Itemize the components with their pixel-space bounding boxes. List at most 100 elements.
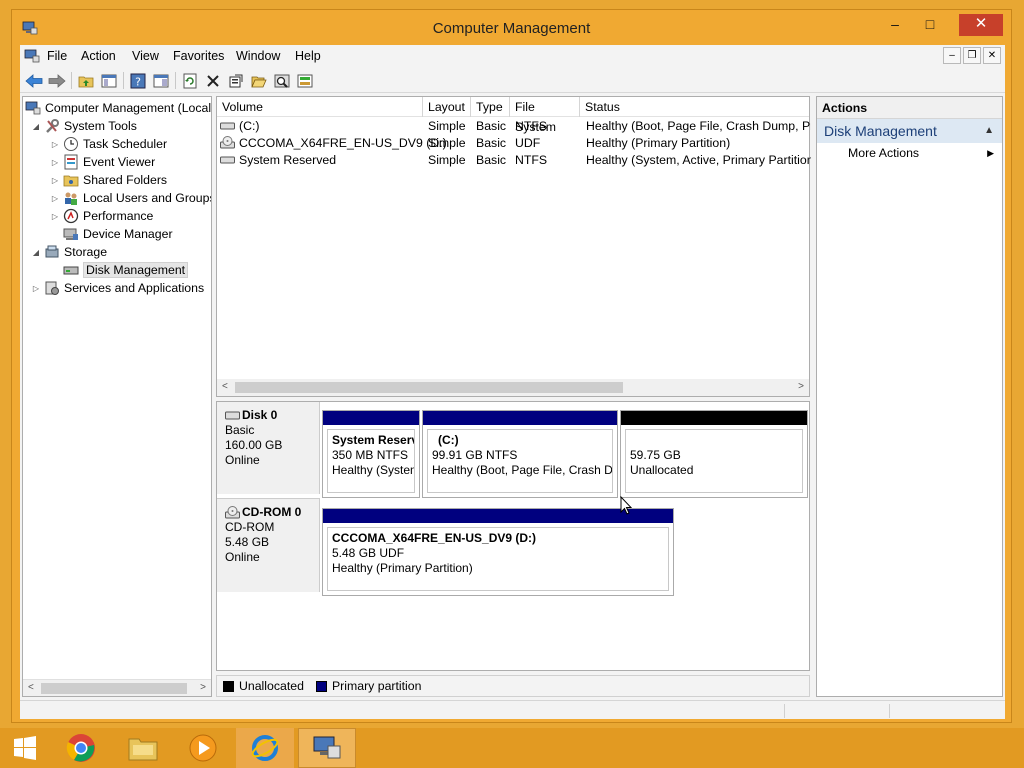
back-arrow-icon: [25, 73, 43, 88]
file-explorer-taskbar-button[interactable]: [114, 728, 172, 768]
disk-kind: Basic: [225, 423, 255, 437]
more-actions-item[interactable]: More Actions ▶: [817, 143, 1002, 163]
cdrom-0-label[interactable]: CD-ROM 0 CD-ROM 5.48 GB Online: [217, 498, 320, 592]
up-one-level-button[interactable]: [76, 71, 96, 90]
volume-list-header: Volume Layout Type File System Status: [217, 97, 811, 134]
volume-name: CCCOMA_X64FRE_EN-US_DV9 (D:): [239, 136, 447, 150]
menu-window[interactable]: Window: [236, 49, 280, 63]
partition-c-drive[interactable]: (C:) 99.91 GB NTFS Healthy (Boot, Page F…: [422, 410, 618, 498]
media-player-taskbar-button[interactable]: [174, 728, 232, 768]
submenu-arrow-icon: ▶: [987, 148, 994, 158]
expand-triangle-icon[interactable]: ▷: [50, 194, 60, 203]
volume-row[interactable]: (C:) Simple Basic NTFS Healthy (Boot, Pa…: [217, 118, 811, 135]
partition-status: Unallocated: [630, 463, 694, 477]
search-button[interactable]: [272, 71, 292, 90]
event-log-icon: [64, 154, 78, 170]
scroll-left-arrow-icon[interactable]: <: [222, 381, 228, 392]
tree-item-disk-management[interactable]: Disk Management: [63, 261, 189, 279]
mdi-close-button[interactable]: ✕: [983, 47, 1001, 64]
chrome-taskbar-button[interactable]: [52, 728, 110, 768]
mmc-document-icon[interactable]: [24, 48, 40, 64]
menu-favorites[interactable]: Favorites: [173, 49, 224, 63]
column-header-file-system[interactable]: File System: [510, 97, 580, 134]
column-header-layout[interactable]: Layout: [423, 97, 471, 117]
drive-icon: [220, 122, 235, 130]
open-button[interactable]: [249, 71, 269, 90]
volume-status: Healthy (Boot, Page File, Crash Dump, Pr…: [586, 119, 811, 133]
close-button[interactable]: ✕: [959, 14, 1003, 36]
volume-type: Basic: [476, 153, 507, 167]
start-button[interactable]: [0, 728, 50, 768]
tree-item-performance[interactable]: ▷ Performance: [50, 207, 153, 225]
menu-file[interactable]: File: [47, 49, 67, 63]
partition-unallocated[interactable]: 59.75 GB Unallocated: [620, 410, 808, 498]
delete-button[interactable]: [203, 71, 223, 90]
menu-action[interactable]: Action: [81, 49, 116, 63]
tree-item-task-scheduler[interactable]: ▷ Task Scheduler: [50, 135, 167, 153]
expand-triangle-icon[interactable]: ▷: [50, 212, 60, 221]
volume-file-system: NTFS: [515, 119, 548, 133]
tree-item-shared-folders[interactable]: ▷ Shared Folders: [50, 171, 167, 189]
tree-item-event-viewer[interactable]: ▷ Event Viewer: [50, 153, 155, 171]
tree-item-services-applications[interactable]: ▷ Services and Applications: [31, 279, 204, 297]
column-header-status[interactable]: Status: [580, 97, 811, 117]
legend-item-unallocated: Unallocated: [223, 679, 304, 693]
mdi-restore-button[interactable]: ❐: [963, 47, 981, 64]
show-hide-console-tree-button[interactable]: [99, 71, 119, 90]
scroll-right-arrow-icon[interactable]: >: [200, 682, 206, 693]
ie-taskbar-button[interactable]: [236, 728, 294, 768]
collapse-up-icon[interactable]: ▲: [984, 119, 994, 143]
volume-row[interactable]: System Reserved Simple Basic NTFS Health…: [217, 152, 811, 169]
maximize-button[interactable]: □: [916, 14, 944, 36]
scroll-right-arrow-icon[interactable]: >: [798, 381, 804, 392]
tree-item-storage[interactable]: ◢ Storage: [31, 243, 107, 261]
partition-name: System Reserv: [332, 433, 415, 447]
mouse-cursor-icon: [620, 496, 632, 515]
help-button[interactable]: ?: [128, 71, 148, 90]
volume-list-horizontal-scrollbar[interactable]: < >: [217, 379, 809, 396]
forward-button[interactable]: [47, 71, 67, 90]
refresh-button[interactable]: [180, 71, 200, 90]
actions-header: Actions: [817, 97, 1002, 119]
volume-layout: Simple: [428, 136, 466, 150]
back-button[interactable]: [24, 71, 44, 90]
collapse-triangle-icon[interactable]: ◢: [31, 248, 41, 257]
column-header-type[interactable]: Type: [471, 97, 510, 117]
scroll-left-arrow-icon[interactable]: <: [28, 682, 34, 693]
scrollbar-thumb[interactable]: [41, 683, 187, 694]
computer-management-icon: [25, 101, 41, 115]
tree-item-local-users-groups[interactable]: ▷ Local Users and Groups: [50, 189, 211, 207]
expand-triangle-icon[interactable]: ▷: [50, 176, 60, 185]
actions-section-disk-management[interactable]: Disk Management ▲: [817, 119, 1002, 143]
partition-size: 99.91 GB NTFS: [432, 448, 518, 462]
mdi-minimize-button[interactable]: –: [943, 47, 961, 64]
expand-triangle-icon[interactable]: ▷: [50, 140, 60, 149]
internet-explorer-icon: [251, 735, 279, 761]
title-bar[interactable]: Computer Management – □ ✕: [12, 10, 1011, 46]
tree-item-device-manager[interactable]: Device Manager: [63, 225, 173, 243]
column-header-volume[interactable]: Volume: [217, 97, 423, 117]
collapse-triangle-icon[interactable]: ◢: [31, 122, 41, 131]
scrollbar-thumb[interactable]: [235, 382, 623, 393]
show-hide-action-pane-button[interactable]: [151, 71, 171, 90]
tree-item-computer-management[interactable]: Computer Management (Local: [25, 99, 211, 117]
disk-state: Online: [225, 550, 260, 564]
tree-horizontal-scrollbar[interactable]: < >: [23, 679, 211, 696]
legend-item-primary-partition: Primary partition: [315, 679, 421, 693]
minimize-button[interactable]: –: [881, 14, 909, 36]
computer-management-taskbar-button[interactable]: [298, 728, 356, 768]
expand-triangle-icon[interactable]: ▷: [31, 284, 41, 293]
disk-name: Disk 0: [242, 408, 278, 422]
partition-d-drive[interactable]: CCCOMA_X64FRE_EN-US_DV9 (D:) 5.48 GB UDF…: [322, 508, 674, 596]
volume-row[interactable]: CCCOMA_X64FRE_EN-US_DV9 (D:) Simple Basi…: [217, 135, 809, 152]
disk-properties-button[interactable]: [295, 71, 315, 90]
tree-item-system-tools[interactable]: ◢ System Tools: [31, 117, 137, 135]
disk-0-label[interactable]: Disk 0 Basic 160.00 GB Online: [217, 402, 320, 494]
menu-view[interactable]: View: [132, 49, 159, 63]
menu-help[interactable]: Help: [295, 49, 321, 63]
partition-system-reserved[interactable]: System Reserv 350 MB NTFS Healthy (Syste…: [322, 410, 420, 498]
refresh-icon: [183, 73, 197, 88]
partition-legend: Unallocated Primary partition: [216, 675, 810, 697]
properties-button[interactable]: [226, 71, 246, 90]
expand-triangle-icon[interactable]: ▷: [50, 158, 60, 167]
